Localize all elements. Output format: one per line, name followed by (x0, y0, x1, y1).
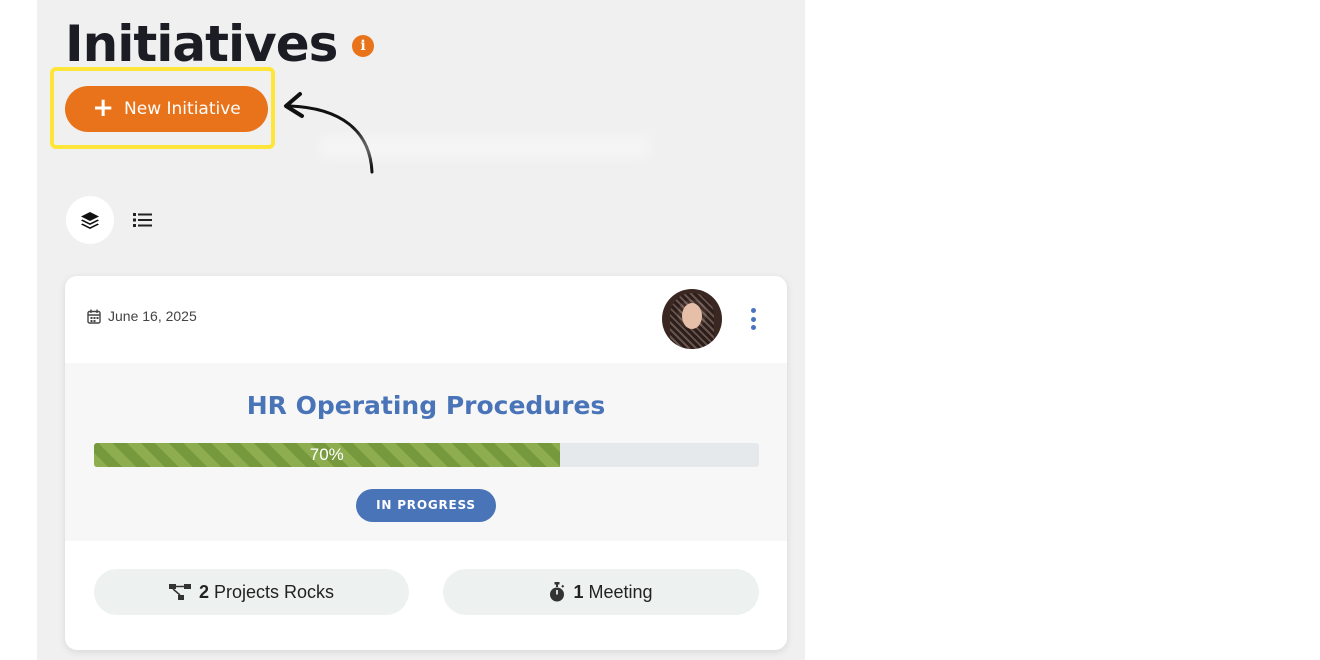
card-body: HR Operating Procedures 70% IN PROGRESS (65, 363, 787, 541)
info-icon[interactable]: i (352, 35, 374, 57)
card-date: June 16, 2025 (87, 308, 197, 324)
hierarchy-icon (168, 584, 191, 600)
meetings-count: 1 (573, 581, 584, 602)
page-title: Initiatives (65, 15, 338, 73)
initiative-card[interactable]: June 16, 2025 HR Operating Procedures 70… (65, 276, 787, 650)
list-icon (133, 213, 152, 227)
list-view-toggle[interactable] (119, 196, 167, 244)
stopwatch-icon (550, 582, 565, 602)
owner-avatar[interactable] (662, 289, 722, 349)
status-badge: IN PROGRESS (356, 489, 496, 522)
progress-label: 70% (309, 445, 344, 464)
meetings-label: Meeting (588, 581, 653, 602)
projects-count-text: 2 Projects Rocks (199, 582, 334, 603)
projects-count: 2 (198, 581, 209, 602)
plus-icon: + (92, 92, 115, 123)
initiative-title[interactable]: HR Operating Procedures (65, 391, 787, 420)
progress-fill: 70% (94, 443, 560, 467)
more-options-icon[interactable] (748, 308, 758, 330)
card-view-toggle[interactable] (66, 196, 114, 244)
faded-hint (320, 135, 650, 159)
layers-icon (81, 212, 99, 229)
projects-label: Projects Rocks (213, 581, 335, 602)
meetings-count-text: 1 Meeting (573, 582, 652, 603)
calendar-icon (87, 309, 101, 324)
new-initiative-label: New Initiative (124, 99, 241, 119)
date-text: June 16, 2025 (108, 308, 197, 324)
progress-bar: 70% (94, 443, 759, 467)
new-initiative-button[interactable]: + New Initiative (65, 86, 268, 132)
projects-rocks-pill[interactable]: 2 Projects Rocks (94, 569, 409, 615)
meetings-pill[interactable]: 1 Meeting (443, 569, 759, 615)
